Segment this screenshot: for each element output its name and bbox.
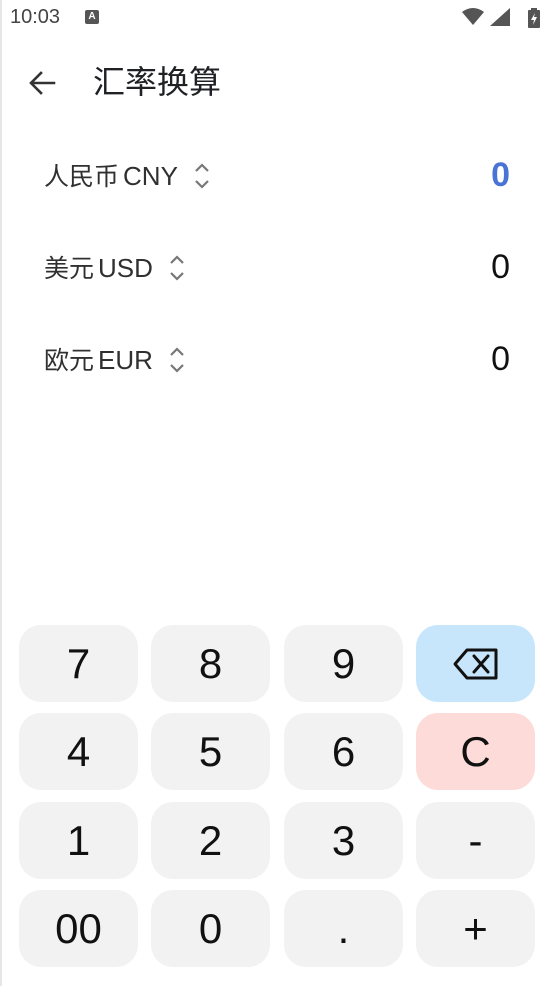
back-button[interactable]: [19, 60, 65, 106]
status-bar: 10:03 A: [0, 0, 554, 38]
key-2[interactable]: 2: [151, 802, 270, 879]
unfold-icon[interactable]: [194, 161, 210, 191]
currency-value[interactable]: 0: [491, 247, 510, 287]
key-8[interactable]: 8: [151, 625, 270, 702]
currency-code: USD: [98, 253, 153, 283]
key-1[interactable]: 1: [19, 802, 138, 879]
backspace-button[interactable]: [416, 625, 535, 702]
battery-charging-icon: [528, 8, 540, 28]
decimal-button[interactable]: .: [284, 890, 403, 967]
unfold-icon[interactable]: [169, 253, 185, 283]
currency-label: 欧元 EUR: [44, 343, 185, 378]
key-00[interactable]: 00: [19, 890, 138, 967]
currency-value[interactable]: 0: [491, 339, 510, 379]
signal-icon: [490, 8, 510, 26]
key-4[interactable]: 4: [19, 713, 138, 790]
plus-button[interactable]: +: [416, 890, 535, 967]
currency-row-usd[interactable]: 美元 USD 0: [0, 233, 554, 303]
currency-label: 人民币 CNY: [44, 159, 210, 194]
currency-row-cny[interactable]: 人民币 CNY 0: [0, 141, 554, 211]
app-bar: 汇率换算: [0, 38, 554, 128]
wifi-icon: [462, 8, 484, 25]
currency-name: 人民币: [44, 162, 120, 191]
key-3[interactable]: 3: [284, 802, 403, 879]
currency-code: EUR: [98, 345, 153, 375]
unfold-icon[interactable]: [169, 345, 185, 375]
key-6[interactable]: 6: [284, 713, 403, 790]
currency-row-eur[interactable]: 欧元 EUR 0: [0, 325, 554, 395]
key-7[interactable]: 7: [19, 625, 138, 702]
currency-name: 美元: [44, 254, 95, 283]
page-title: 汇率换算: [93, 63, 222, 101]
currency-label: 美元 USD: [44, 251, 185, 286]
key-5[interactable]: 5: [151, 713, 270, 790]
notification-icon: A: [85, 10, 99, 24]
clear-button[interactable]: C: [416, 713, 535, 790]
status-time: 10:03: [10, 6, 61, 28]
currency-value[interactable]: 0: [491, 155, 510, 195]
currency-code: CNY: [123, 161, 178, 191]
arrow-left-icon: [29, 71, 56, 95]
minus-button[interactable]: -: [416, 802, 535, 879]
key-0[interactable]: 0: [151, 890, 270, 967]
currency-name: 欧元: [44, 346, 95, 375]
backspace-icon: [453, 648, 497, 679]
key-9[interactable]: 9: [284, 625, 403, 702]
